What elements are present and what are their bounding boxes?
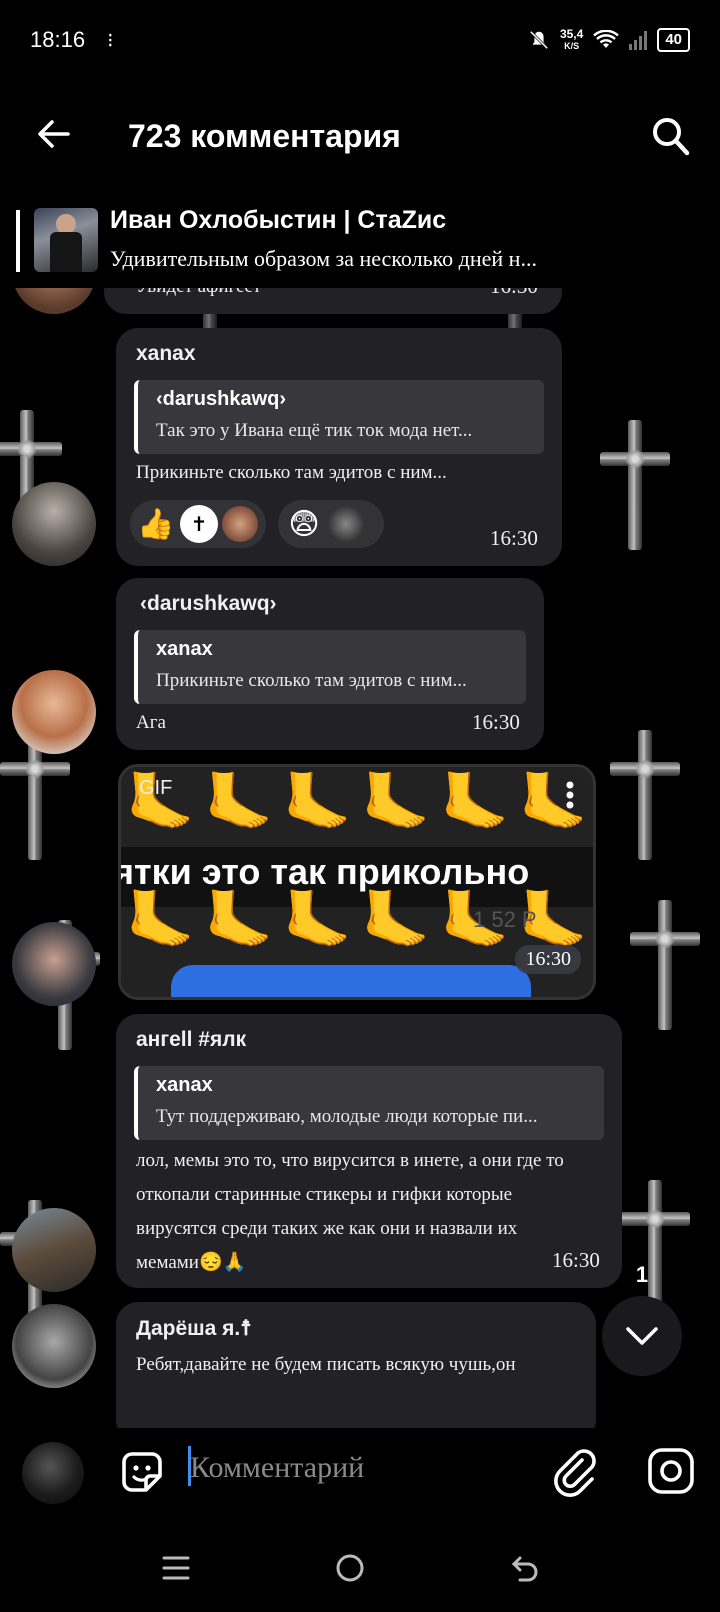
reactor-avatar	[328, 506, 364, 542]
pinned-indicator	[16, 210, 20, 272]
message-time: 16:30	[515, 945, 581, 974]
message-text: Увидет афигеет	[136, 288, 261, 298]
gif-faded-text: 1 52 P	[473, 907, 537, 932]
foot-emoji: 🦶	[361, 888, 432, 953]
reply-quote[interactable]: xanax Прикиньте сколько там эдитов с ним…	[134, 630, 526, 704]
footsteps-icon: ⁝	[107, 29, 114, 52]
status-bar: 18:16 ⁝ 35,4 K/S 40	[0, 0, 720, 80]
post-thumbnail	[34, 208, 98, 272]
avatar[interactable]	[12, 288, 96, 314]
avatar[interactable]	[12, 482, 96, 566]
scroll-down-button[interactable]	[602, 1296, 682, 1376]
signal-icon	[629, 30, 648, 50]
reactor-avatar	[222, 506, 258, 542]
menu-icon[interactable]	[160, 1552, 192, 1588]
gif-blue-shape	[171, 965, 531, 997]
foot-emoji: 🦶	[282, 770, 353, 835]
foot-emoji: 🦶	[204, 770, 274, 835]
comment-input[interactable]	[190, 1438, 520, 1498]
chevron-down-icon	[626, 1327, 658, 1345]
system-nav-bar	[0, 1530, 720, 1612]
message-time: 16:30	[472, 710, 520, 734]
page-title: 723 комментария	[128, 117, 401, 154]
message-text: Ага	[136, 712, 166, 733]
foot-emoji: 🦶	[518, 770, 589, 835]
sticker-icon[interactable]	[118, 1448, 166, 1496]
gif-message[interactable]: 🦶 🦶 🦶 🦶 🦶 🦶 ятки это так прикольно 🦶 🦶 🦶…	[118, 764, 596, 1000]
net-speed-unit: K/S	[564, 41, 580, 51]
unread-count: 1	[635, 1262, 649, 1287]
reply-quote[interactable]: xanax Тут поддерживаю, молодые люди кото…	[134, 1066, 604, 1140]
message-bubble[interactable]: Дарёша я.☨ Ребят,давайте не будем писать…	[116, 1302, 596, 1428]
foot-emoji: 🦶	[204, 888, 274, 953]
message-bubble[interactable]: ангell #ялк xanax Тут поддерживаю, молод…	[116, 1014, 622, 1288]
foot-emoji: 🦶	[125, 888, 196, 953]
reaction-thumbs-up[interactable]: 👍 ✝	[130, 500, 266, 548]
message-text: Прикиньте сколько там эдитов с ним...	[136, 462, 447, 483]
message-bubble[interactable]: ‹darushkawq› xanax Прикиньте сколько там…	[116, 578, 544, 750]
message-text: лол, мемы это то, что вирусится в инете,…	[136, 1150, 564, 1273]
message-time: 16:30	[490, 526, 538, 550]
sender-name[interactable]: ангell #ялк	[136, 1028, 246, 1052]
sender-name[interactable]: ‹darushkawq›	[140, 592, 277, 616]
avatar[interactable]	[12, 1304, 96, 1388]
avatar[interactable]	[12, 670, 96, 754]
wifi-icon	[593, 30, 620, 48]
status-right: 35,4 K/S 40	[528, 28, 690, 52]
pinned-preview: Удивительным образом за несколько дней н…	[110, 246, 537, 271]
home-circle-icon[interactable]	[334, 1552, 366, 1588]
sender-name[interactable]: xanax	[136, 342, 196, 366]
reaction-fear[interactable]: 😨	[278, 500, 384, 548]
status-time: 18:16	[30, 27, 86, 52]
message-text: Ребят,давайте не будем писать всякую чуш…	[136, 1354, 516, 1375]
instagram-camera-icon[interactable]	[646, 1446, 696, 1496]
comments-list[interactable]: Увидет афигеет 16:30 xanax ‹darushkawq› …	[0, 288, 720, 1428]
message-bubble[interactable]: xanax ‹darushkawq› Так это у Ивана ещё т…	[116, 328, 562, 566]
net-speed-value: 35,4	[559, 27, 584, 41]
foot-emoji: 🦶	[282, 888, 353, 953]
arrow-left-icon[interactable]	[36, 116, 72, 152]
foot-emoji: 🦶	[361, 770, 432, 835]
message-time: 16:30	[552, 1248, 600, 1272]
foot-emoji: 🦶	[440, 770, 510, 835]
more-vertical-icon[interactable]: • • •	[563, 774, 577, 818]
quote-text: Прикиньте сколько там эдитов с ним...	[156, 670, 467, 691]
search-icon[interactable]	[650, 114, 690, 158]
net-speed: 35,4 K/S	[560, 28, 583, 52]
gif-label: GIF	[139, 777, 173, 799]
back-arrow-icon[interactable]	[510, 1552, 542, 1588]
quote-author: ‹darushkawq›	[156, 388, 287, 410]
quote-text: Тут поддерживаю, молодые люди которые пи…	[156, 1106, 538, 1127]
sender-name[interactable]: Дарёша я.☨	[136, 1316, 252, 1341]
quote-author: xanax	[156, 638, 213, 660]
message-time: 16:30	[490, 288, 538, 299]
bell-muted-icon	[529, 30, 549, 50]
my-avatar[interactable]	[22, 1442, 84, 1504]
pinned-post[interactable]: Иван Охлобыстин | СтаZис Удивительным об…	[0, 198, 720, 288]
reply-quote[interactable]: ‹darushkawq› Так это у Ивана ещё тик ток…	[134, 380, 544, 454]
app-header: 723 комментария	[0, 96, 720, 176]
message-bubble[interactable]: Увидет афигеет 16:30	[104, 288, 562, 314]
quote-text: Так это у Ивана ещё тик ток мода нет...	[156, 420, 473, 441]
comment-input-bar	[0, 1428, 720, 1530]
pinned-title: Иван Охлобыстин | СтаZис	[110, 206, 447, 234]
reaction-emoji: 👍	[137, 506, 175, 542]
reaction-emoji: 😨	[288, 506, 320, 542]
reaction-badge: ✝	[180, 505, 218, 543]
avatar[interactable]	[12, 922, 96, 1006]
avatar[interactable]	[12, 1208, 96, 1292]
paperclip-icon[interactable]	[552, 1446, 600, 1498]
battery-indicator: 40	[657, 28, 690, 52]
gif-feet-row: 🦶 🦶 🦶 🦶 🦶 🦶	[121, 769, 593, 839]
quote-author: xanax	[156, 1074, 213, 1096]
